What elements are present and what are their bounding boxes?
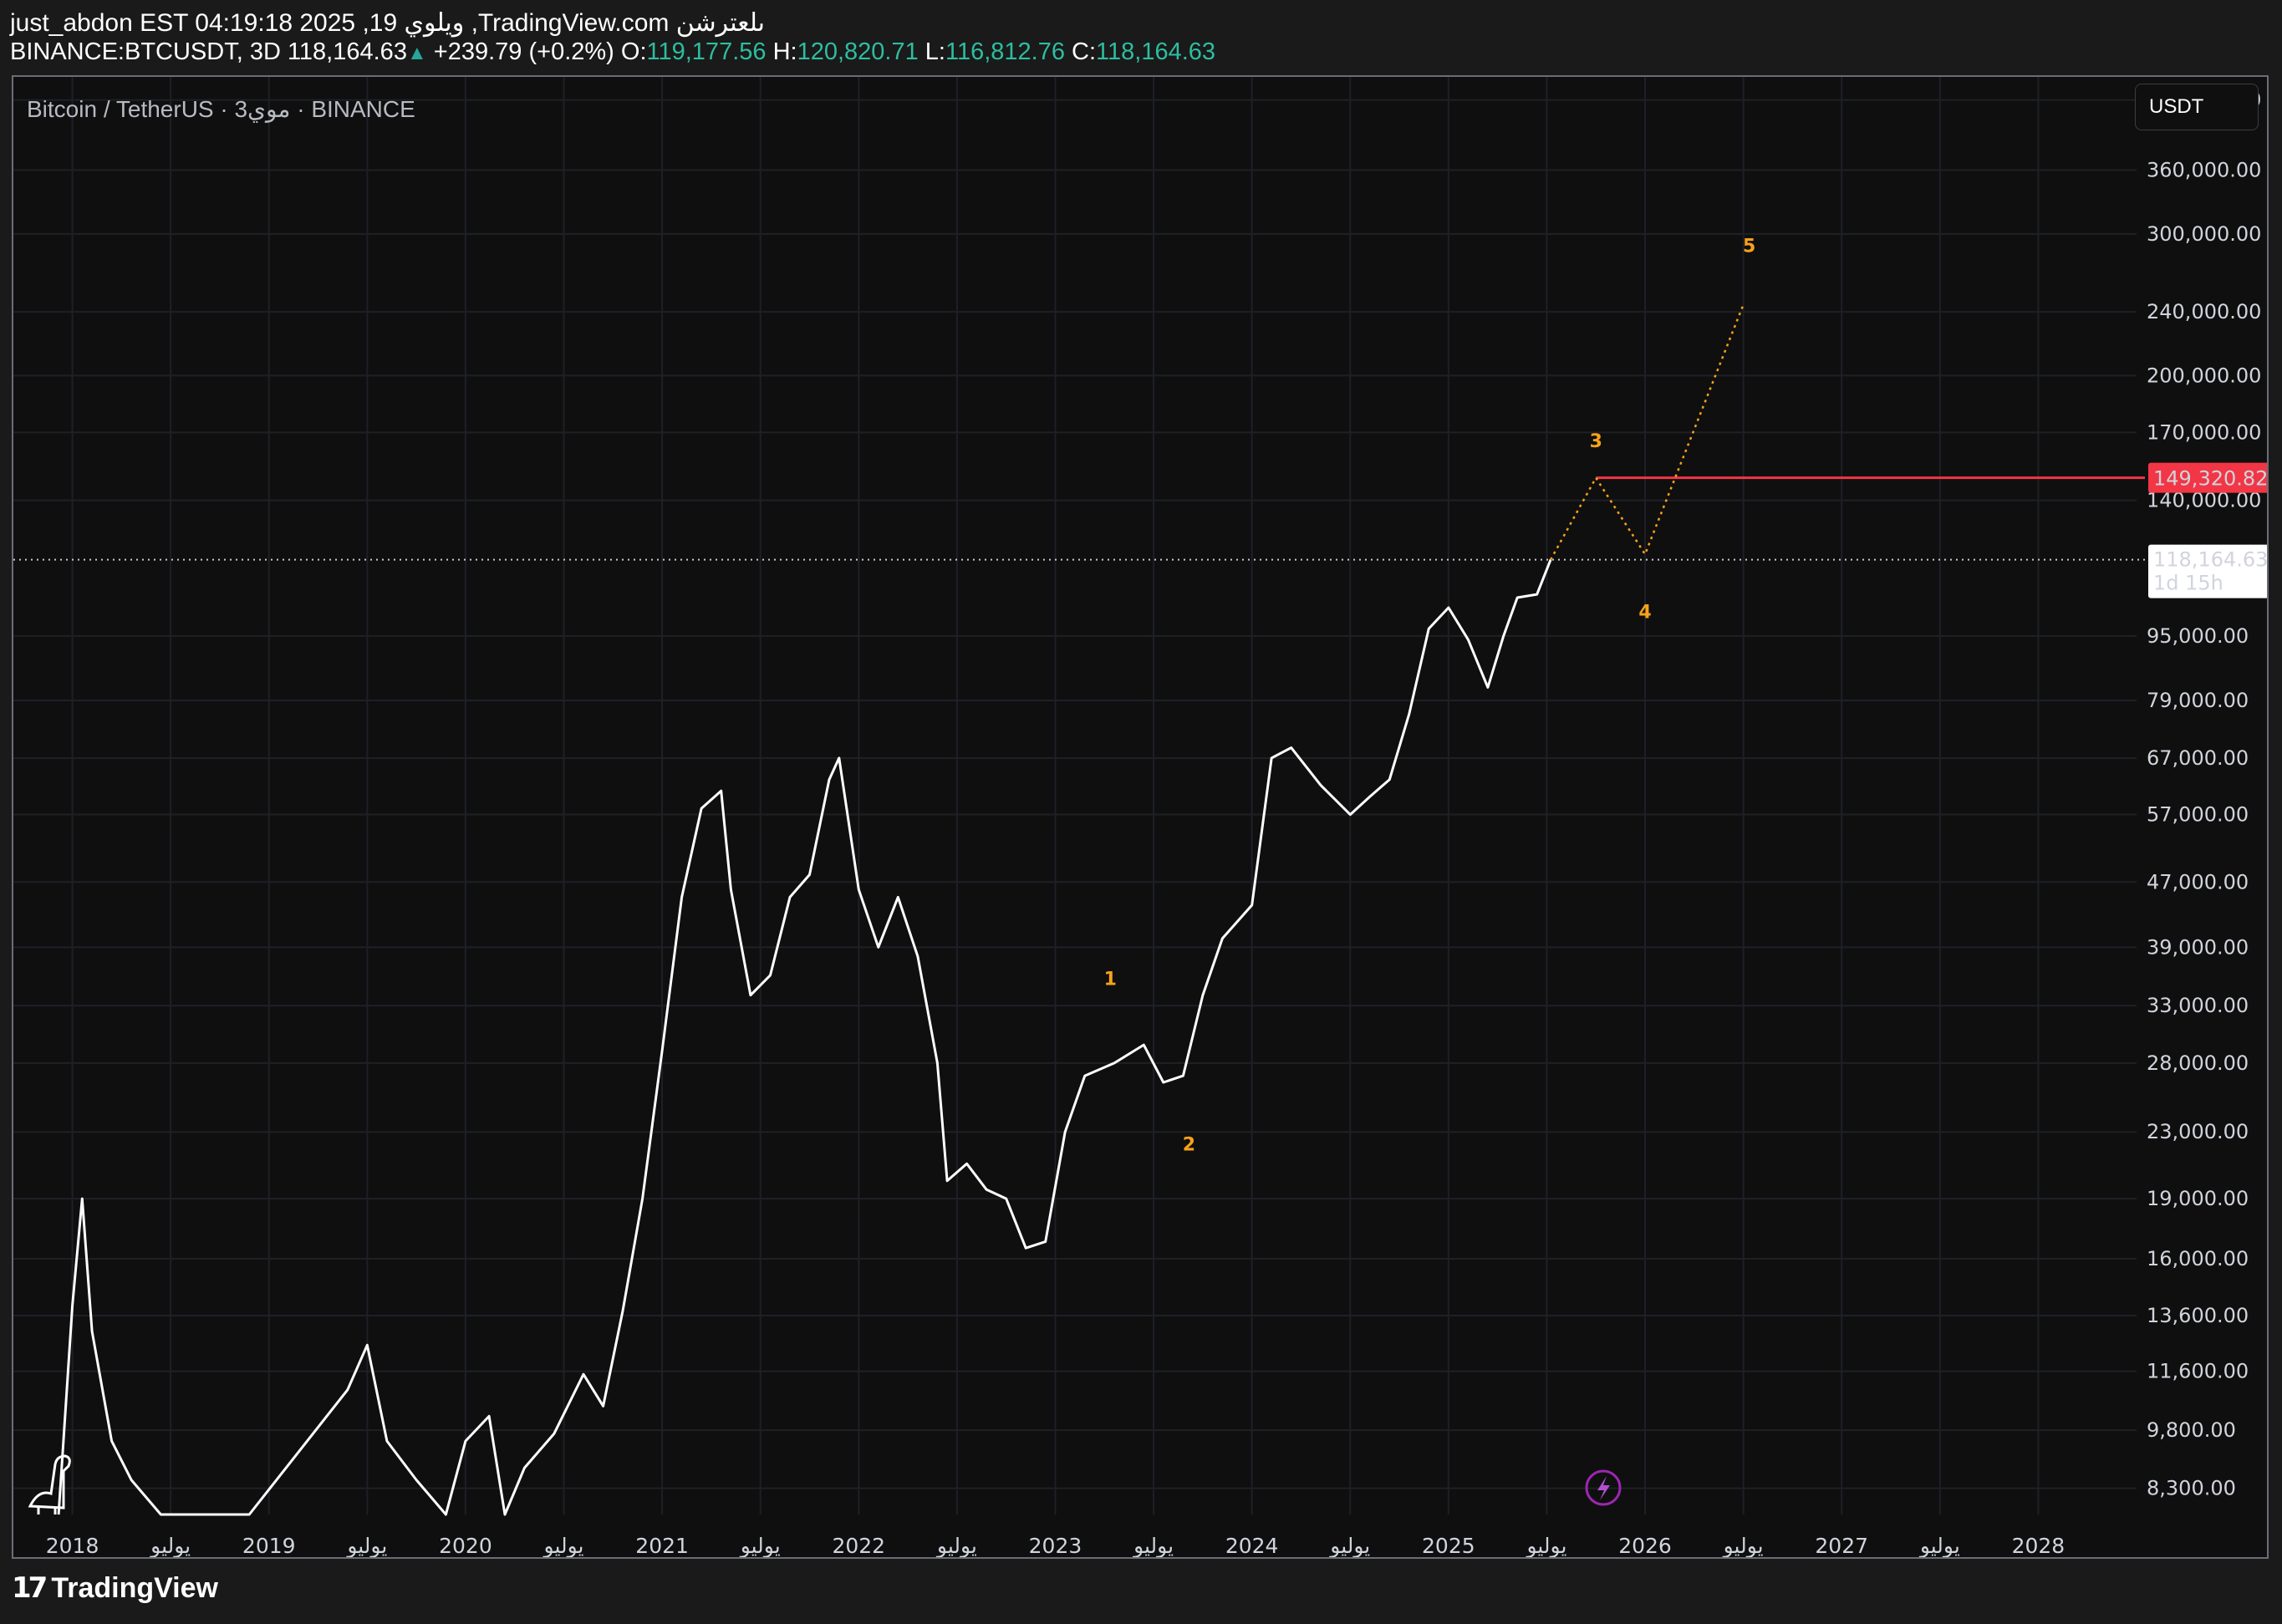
price-tick-label: 57,000.00 (2147, 803, 2249, 827)
time-tick-label: 2027 (1815, 1534, 1868, 1558)
tradingview-logo-icon: 𝟭𝟳 (12, 1572, 48, 1604)
price-tick-label: 39,000.00 (2147, 935, 2249, 959)
time-tick-label: يوليو (1525, 1534, 1566, 1558)
time-tick-label: يوليو (345, 1534, 387, 1558)
price-change: +239.79 (+0.2%) (433, 38, 614, 65)
price-tick-label: 33,000.00 (2147, 994, 2249, 1017)
last-price-marker-text: 118,164.63 (2153, 548, 2268, 572)
price-tick-label: 28,000.00 (2147, 1051, 2249, 1075)
price-tick-label: 47,000.00 (2147, 870, 2249, 893)
last-price: 118,164.63 (287, 38, 407, 65)
price-tick-label: 200,000.00 (2147, 364, 2261, 387)
price-tick-label: 8,300.00 (2147, 1477, 2236, 1500)
price-markers: 149,320.82 118,164.63 1d 15h (2148, 462, 2268, 598)
chart-caption: just_abdon EST 04:19:18 2025 ,19 ويلوي ,… (10, 9, 766, 37)
price-tick-label: 240,000.00 (2147, 300, 2261, 323)
time-axis[interactable]: 2018 يوليو 2019 يوليو 2020 يوليو 2021 يوليو 2022… (46, 1534, 2065, 1558)
low-value: 116,812.76 (945, 38, 1065, 65)
symbol-ohlc-line: BINANCE:BTCUSDT, 3D 118,164.63▲ +239.79 … (10, 38, 1215, 66)
symbol-label: BINANCE:BTCUSDT, 3D (10, 38, 281, 65)
time-tick-label: يوليو (1722, 1534, 1764, 1558)
target-level-marker-text: 149,320.82 (2153, 467, 2268, 491)
time-tick-label: يوليو (739, 1534, 781, 1558)
time-tick-label: يوليو (1132, 1534, 1174, 1558)
price-tick-label: 11,600.00 (2147, 1360, 2249, 1383)
time-tick-label: يوليو (1328, 1534, 1370, 1558)
price-tick-label: 300,000.00 (2147, 222, 2261, 246)
time-tick-label: 2026 (1618, 1534, 1672, 1558)
currency-button[interactable]: USDT (2135, 84, 2259, 130)
up-arrow-icon: ▲ (406, 42, 427, 64)
close-value: 118,164.63 (1096, 38, 1216, 65)
price-chart[interactable]: 440,000.00360,000.00300,000.00240,000.00… (13, 77, 2269, 1559)
time-tick-label: 2025 (1422, 1534, 1475, 1558)
time-tick-label: 2018 (46, 1534, 99, 1558)
price-tick-label: 23,000.00 (2147, 1120, 2249, 1143)
dino-icon[interactable] (28, 1454, 71, 1515)
time-tick-label: 2023 (1029, 1534, 1082, 1558)
time-tick-label: يوليو (1918, 1534, 1960, 1558)
wave-label: 4 (1638, 602, 1651, 623)
wave-label: 1 (1104, 970, 1117, 990)
price-tick-label: 95,000.00 (2147, 624, 2249, 648)
price-axis[interactable]: 440,000.00360,000.00300,000.00240,000.00… (2147, 89, 2261, 1500)
price-tick-label: 9,800.00 (2147, 1418, 2236, 1442)
wave-label: 5 (1743, 236, 1755, 257)
bar-countdown: 1d 15h (2153, 572, 2223, 595)
price-tick-label: 67,000.00 (2147, 746, 2249, 770)
price-tick-label: 19,000.00 (2147, 1187, 2249, 1210)
time-tick-label: 2022 (832, 1534, 885, 1558)
wave-labels: 1 2 3 4 5 (1104, 236, 1756, 1155)
price-tick-label: 170,000.00 (2147, 420, 2261, 444)
price-tick-label: 16,000.00 (2147, 1247, 2249, 1270)
high-label: H: (772, 38, 797, 65)
time-tick-label: 2024 (1225, 1534, 1279, 1558)
time-tick-label: يوليو (149, 1534, 191, 1558)
price-tick-label: 13,600.00 (2147, 1304, 2249, 1327)
time-tick-label: 2021 (635, 1534, 689, 1558)
close-label: C: (1072, 38, 1097, 65)
time-tick-label: يوليو (542, 1534, 584, 1558)
tradingview-logo[interactable]: 𝟭𝟳 TradingView (12, 1571, 218, 1605)
wave-label: 3 (1590, 431, 1602, 452)
wave-label: 2 (1183, 1135, 1195, 1156)
price-tick-label: 360,000.00 (2147, 159, 2261, 182)
price-tick-label: 79,000.00 (2147, 689, 2249, 712)
chart-pane[interactable]: 440,000.00360,000.00300,000.00240,000.00… (12, 75, 2269, 1559)
time-tick-label: 2020 (439, 1534, 492, 1558)
tradingview-logo-text: TradingView (51, 1571, 218, 1604)
time-tick-label: 2028 (2012, 1534, 2066, 1558)
time-tick-label: يوليو (935, 1534, 977, 1558)
chart-legend[interactable]: Bitcoin / TetherUS · 3موي · BINANCE (27, 95, 415, 123)
open-value: 119,177.56 (646, 38, 767, 65)
open-label: O: (620, 38, 647, 65)
high-value: 120,820.71 (797, 38, 919, 65)
low-label: L: (925, 38, 945, 65)
time-tick-label: 2019 (242, 1534, 296, 1558)
grid-lines (13, 77, 2137, 1515)
